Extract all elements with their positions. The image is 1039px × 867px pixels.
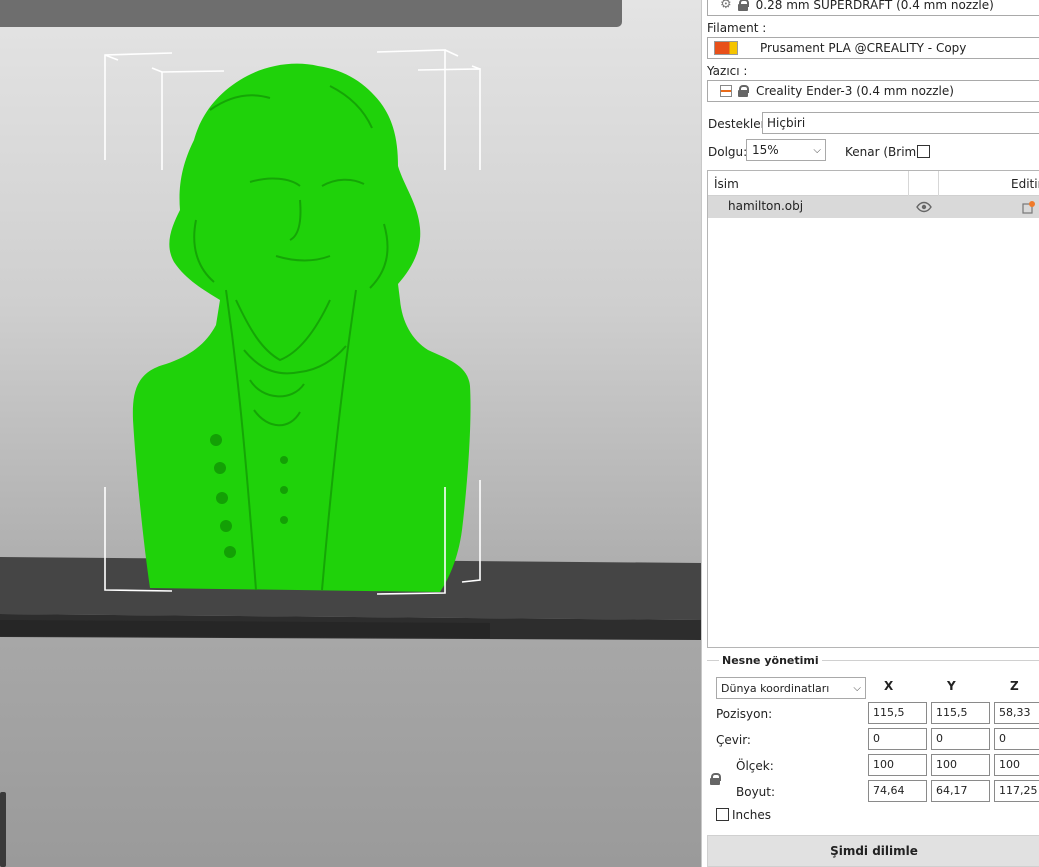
- size-y-field[interactable]: 64,17: [931, 780, 990, 802]
- eye-icon[interactable]: [916, 201, 932, 216]
- position-x-field[interactable]: 115,5: [868, 702, 927, 724]
- rotate-x-field[interactable]: 0: [868, 728, 927, 750]
- printer-combo[interactable]: Creality Ender-3 (0.4 mm nozzle): [707, 80, 1039, 102]
- coordinate-system-value: Dünya koordinatları: [721, 681, 830, 695]
- size-x-field[interactable]: 74,64: [868, 780, 927, 802]
- slicer-window: ⚙ 0.28 mm SUPERDRAFT (0.4 mm nozzle) Fil…: [0, 0, 1039, 867]
- print-profile-value: 0.28 mm SUPERDRAFT (0.4 mm nozzle): [755, 0, 994, 12]
- object-manipulation: Nesne yönetimi Dünya koordinatları ⌵ X Y…: [707, 654, 1039, 828]
- printer-value: Creality Ender-3 (0.4 mm nozzle): [756, 84, 954, 98]
- column-name-header[interactable]: İsim: [714, 177, 739, 191]
- filament-value: Prusament PLA @CREALITY - Copy: [760, 41, 967, 55]
- infill-value: 15%: [752, 143, 779, 157]
- rotate-label: Çevir:: [716, 733, 751, 747]
- rotate-z-field[interactable]: 0: [994, 728, 1039, 750]
- inches-label: Inches: [732, 808, 771, 822]
- object-name: hamilton.obj: [728, 199, 804, 213]
- scene: [0, 49, 701, 867]
- column-edit-header[interactable]: Editin: [1011, 177, 1039, 191]
- lock-icon: [738, 85, 749, 97]
- axis-x-label: X: [884, 679, 894, 693]
- supports-value: Hiçbiri: [767, 116, 806, 130]
- supports-label: Destekler:: [708, 117, 770, 131]
- inches-checkbox[interactable]: [716, 808, 729, 821]
- object-list: İsim Editin hamilton.obj: [707, 170, 1039, 648]
- chevron-down-icon: ⌵: [853, 682, 861, 694]
- 3d-viewport[interactable]: [0, 0, 701, 867]
- edge-handle: [0, 792, 6, 867]
- scale-lock-icon[interactable]: [710, 773, 721, 785]
- slice-now-button[interactable]: Şimdi dilimle: [707, 835, 1039, 867]
- scale-label: Ölçek:: [736, 759, 774, 773]
- list-item[interactable]: hamilton.obj: [708, 196, 1039, 218]
- filament-color-swatch[interactable]: [714, 41, 738, 55]
- rotate-y-field[interactable]: 0: [931, 728, 990, 750]
- filament-label: Filament :: [707, 21, 767, 35]
- object-manipulation-title: Nesne yönetimi: [719, 654, 822, 667]
- print-profile-combo[interactable]: ⚙ 0.28 mm SUPERDRAFT (0.4 mm nozzle): [707, 0, 1039, 16]
- printer-label: Yazıcı :: [707, 64, 748, 78]
- size-z-field[interactable]: 117,25: [994, 780, 1039, 802]
- position-label: Pozisyon:: [716, 707, 773, 721]
- brim-label: Kenar (Brim):: [845, 145, 925, 159]
- filament-combo[interactable]: Prusament PLA @CREALITY - Copy: [707, 37, 1039, 59]
- size-label: Boyut:: [736, 785, 776, 799]
- coordinate-system-combo[interactable]: Dünya koordinatları ⌵: [716, 677, 866, 699]
- axis-y-label: Y: [947, 679, 956, 693]
- object-list-header: İsim Editin: [708, 171, 1039, 196]
- model-hamilton-bust: [132, 63, 471, 593]
- chevron-down-icon: ⌵: [813, 144, 821, 156]
- infill-combo[interactable]: 15% ⌵: [746, 139, 826, 161]
- supports-combo[interactable]: Hiçbiri: [762, 112, 1039, 134]
- brim-checkbox[interactable]: [917, 145, 930, 158]
- settings-panel: ⚙ 0.28 mm SUPERDRAFT (0.4 mm nozzle) Fil…: [701, 0, 1039, 867]
- gear-icon: ⚙: [720, 0, 732, 12]
- edit-settings-icon[interactable]: [1022, 200, 1036, 217]
- position-y-field[interactable]: 115,5: [931, 702, 990, 724]
- scale-y-field[interactable]: 100: [931, 754, 990, 776]
- scale-x-field[interactable]: 100: [868, 754, 927, 776]
- position-z-field[interactable]: 58,33: [994, 702, 1039, 724]
- printer-icon: [720, 85, 732, 97]
- axis-z-label: Z: [1010, 679, 1019, 693]
- infill-label: Dolgu:: [708, 145, 748, 159]
- lock-icon: [737, 0, 749, 11]
- scale-z-field[interactable]: 100: [994, 754, 1039, 776]
- top-toolbar: [0, 0, 622, 27]
